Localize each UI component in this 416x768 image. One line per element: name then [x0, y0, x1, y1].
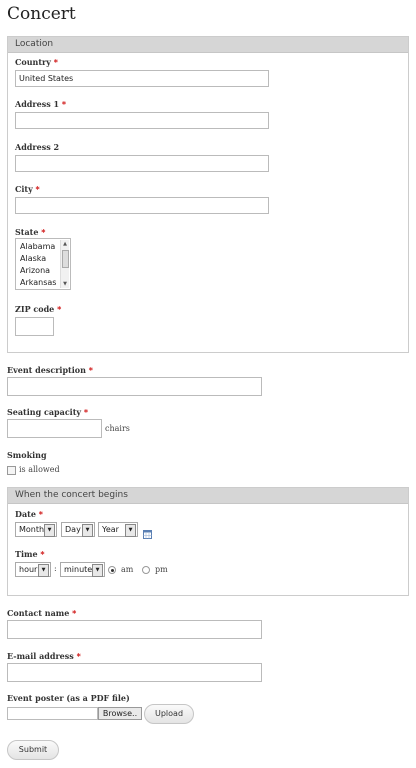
- chevron-down-icon[interactable]: ▼: [82, 524, 93, 537]
- concert-begins-legend: When the concert begins: [8, 488, 408, 504]
- event-description-input[interactable]: [7, 377, 262, 396]
- time-separator: :: [54, 564, 57, 573]
- required-marker: *: [53, 57, 58, 67]
- contact-name-label-text: Contact name: [7, 608, 70, 618]
- required-marker: *: [57, 304, 62, 314]
- smoking-checkbox-label[interactable]: is allowed: [19, 465, 60, 474]
- minute-select-value: minute: [64, 565, 93, 574]
- city-label-text: City: [15, 184, 33, 194]
- year-select-value: Year: [102, 525, 119, 534]
- date-label: Date *: [15, 509, 43, 519]
- seating-capacity-input[interactable]: [7, 419, 102, 438]
- required-marker: *: [40, 549, 45, 559]
- address1-label: Address 1 *: [15, 99, 66, 109]
- chevron-down-icon[interactable]: ▼: [92, 564, 103, 577]
- time-label-text: Time: [15, 549, 38, 559]
- state-listbox[interactable]: Alabama Alaska Arizona Arkansas ▲ ▼: [15, 238, 71, 290]
- minute-select[interactable]: minute ▼: [60, 562, 105, 577]
- pm-radio[interactable]: [142, 566, 150, 574]
- event-poster-file-input[interactable]: [7, 707, 98, 720]
- chevron-down-icon[interactable]: ▼: [125, 524, 136, 537]
- state-label: State *: [15, 227, 45, 237]
- required-marker: *: [61, 99, 67, 109]
- smoking-label: Smoking: [7, 450, 47, 460]
- am-radio-label[interactable]: am: [121, 565, 133, 574]
- zip-label-text: ZIP code: [15, 304, 55, 314]
- concert-begins-fieldset: When the concert begins Date * Month ▼ D…: [7, 487, 409, 596]
- city-input[interactable]: [15, 197, 269, 214]
- required-marker: *: [41, 227, 46, 237]
- email-label-text: E-mail address: [7, 651, 74, 661]
- month-select[interactable]: Month ▼: [15, 522, 57, 537]
- chairs-unit: chairs: [105, 424, 130, 433]
- pm-radio-label[interactable]: pm: [155, 565, 168, 574]
- submit-button[interactable]: Submit: [7, 740, 59, 760]
- country-input[interactable]: United States: [15, 70, 269, 87]
- year-select[interactable]: Year ▼: [98, 522, 138, 537]
- required-marker: *: [83, 407, 89, 417]
- seating-capacity-label: Seating capacity *: [7, 407, 88, 417]
- smoking-checkbox[interactable]: [7, 466, 16, 475]
- scroll-down-icon[interactable]: ▼: [61, 280, 69, 288]
- event-description-label-text: Event description: [7, 365, 86, 375]
- country-label: Country *: [15, 57, 58, 67]
- chevron-down-icon[interactable]: ▼: [44, 524, 55, 537]
- zip-input[interactable]: [15, 317, 54, 336]
- required-marker: *: [35, 184, 40, 194]
- hour-select-value: hour: [19, 565, 38, 574]
- time-label: Time *: [15, 549, 45, 559]
- required-marker: *: [76, 651, 81, 661]
- state-scrollbar[interactable]: ▲ ▼: [60, 240, 69, 288]
- required-marker: *: [38, 509, 43, 519]
- month-select-value: Month: [19, 525, 45, 534]
- contact-name-label: Contact name *: [7, 608, 76, 618]
- scroll-thumb[interactable]: [62, 250, 69, 268]
- event-poster-label: Event poster (as a PDF file): [7, 693, 130, 703]
- state-label-text: State: [15, 227, 39, 237]
- date-label-text: Date: [15, 509, 36, 519]
- address1-input[interactable]: [15, 112, 269, 129]
- day-select[interactable]: Day ▼: [61, 522, 95, 537]
- email-input[interactable]: [7, 663, 262, 682]
- scroll-up-icon[interactable]: ▲: [61, 240, 69, 248]
- city-label: City *: [15, 184, 40, 194]
- chevron-down-icon[interactable]: ▼: [38, 564, 49, 577]
- contact-name-input[interactable]: [7, 620, 262, 639]
- seating-capacity-label-text: Seating capacity: [7, 407, 82, 417]
- zip-label: ZIP code *: [15, 304, 61, 314]
- calendar-icon[interactable]: [143, 524, 152, 539]
- required-marker: *: [88, 365, 93, 375]
- address2-label: Address 2: [15, 142, 60, 152]
- browse-button[interactable]: Browse..: [98, 707, 142, 720]
- hour-select[interactable]: hour ▼: [15, 562, 51, 577]
- required-marker: *: [72, 608, 77, 618]
- location-legend: Location: [8, 37, 408, 53]
- am-radio[interactable]: [108, 566, 116, 574]
- page-title: Concert: [7, 4, 76, 24]
- address2-input[interactable]: [15, 155, 269, 172]
- email-label: E-mail address *: [7, 651, 81, 661]
- address1-label-text: Address 1: [15, 99, 60, 109]
- day-select-value: Day: [65, 525, 81, 534]
- event-description-label: Event description *: [7, 365, 93, 375]
- upload-button[interactable]: Upload: [144, 704, 194, 724]
- location-fieldset: Location Country * United States Address…: [7, 36, 409, 353]
- country-label-text: Country: [15, 57, 51, 67]
